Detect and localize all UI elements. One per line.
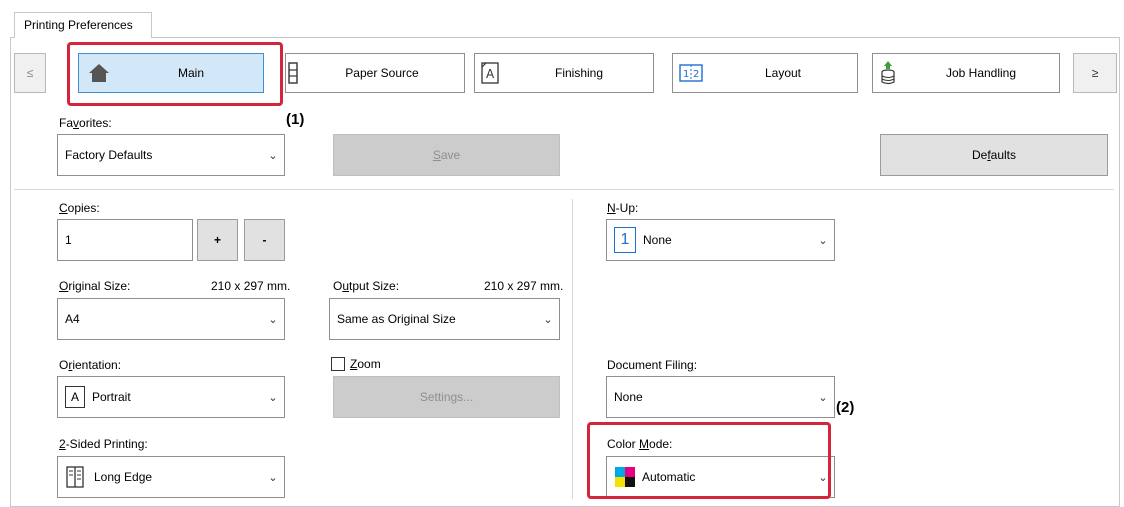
two-sided-value: Long Edge	[94, 470, 153, 484]
column-divider	[572, 199, 573, 499]
two-sided-label: 2-Sided Printing:	[59, 437, 148, 451]
tab-job-handling[interactable]: Job Handling	[872, 53, 1060, 93]
tab-label: Printing Preferences	[24, 18, 133, 32]
tab-paper-source-label: Paper Source	[345, 66, 419, 80]
svg-text:1: 1	[683, 69, 689, 80]
long-edge-icon	[65, 465, 85, 489]
scroll-left-button[interactable]: ≤	[14, 53, 46, 93]
original-size-dims: 210 x 297 mm.	[211, 279, 291, 293]
output-size-value: Same as Original Size	[337, 312, 456, 326]
copies-value: 1	[65, 233, 72, 247]
two-sided-dropdown[interactable]: Long Edge ⌄	[57, 456, 285, 498]
document-filing-dropdown[interactable]: None ⌄	[606, 376, 835, 418]
paper-tray-icon	[286, 54, 300, 92]
chevron-down-icon: ⌄	[268, 391, 278, 404]
chevron-down-icon: ⌄	[818, 234, 828, 247]
zoom-label: Zoom	[350, 357, 381, 371]
save-button-label: Save	[432, 148, 461, 162]
favorites-label: Favorites:	[59, 116, 112, 130]
original-size-label: Original Size:	[59, 279, 131, 293]
svg-text:2: 2	[693, 69, 699, 80]
scroll-right-icon: ≥	[1091, 66, 1099, 80]
tab-finishing-label: Finishing	[554, 66, 604, 80]
settings-button[interactable]: Settings...	[333, 376, 560, 418]
defaults-button-label: Defaults	[971, 148, 1017, 162]
document-filing-label: Document Filing:	[607, 358, 698, 372]
highlight-main-tab	[67, 42, 283, 106]
scroll-left-icon: ≤	[26, 66, 34, 80]
portrait-icon: A	[65, 386, 85, 408]
save-button[interactable]: Save	[333, 134, 560, 176]
annotation-2: (2)	[836, 399, 855, 416]
tab-printing-preferences[interactable]: Printing Preferences	[14, 12, 152, 38]
layout-icon: 1 2	[673, 54, 709, 92]
zoom-checkbox[interactable]	[331, 357, 345, 371]
output-size-label: Output Size:	[333, 279, 400, 293]
tab-paper-source[interactable]: Paper Source	[285, 53, 465, 93]
copies-label: Copies:	[59, 201, 100, 215]
tab-finishing[interactable]: A Finishing	[474, 53, 654, 93]
preferences-panel	[10, 37, 1120, 507]
annotation-1: (1)	[286, 111, 305, 128]
settings-button-label: Settings...	[419, 390, 474, 404]
chevron-down-icon: ⌄	[268, 313, 278, 326]
defaults-button[interactable]: Defaults	[880, 134, 1108, 176]
scroll-right-button[interactable]: ≥	[1073, 53, 1117, 93]
chevron-down-icon: ⌄	[268, 471, 278, 484]
original-size-value: A4	[65, 312, 80, 326]
output-size-dims: 210 x 297 mm.	[484, 279, 564, 293]
favorites-dropdown[interactable]: Factory Defaults ⌄	[57, 134, 285, 176]
tab-layout[interactable]: 1 2 Layout	[672, 53, 858, 93]
nup-one-icon: 1	[614, 227, 636, 253]
document-filing-value: None	[614, 390, 643, 404]
chevron-down-icon: ⌄	[268, 149, 278, 162]
nup-dropdown[interactable]: 1 None ⌄	[606, 219, 835, 261]
original-size-dropdown[interactable]: A4 ⌄	[57, 298, 285, 340]
minus-icon: -	[262, 233, 267, 247]
output-size-dropdown[interactable]: Same as Original Size ⌄	[329, 298, 560, 340]
orientation-value: Portrait	[92, 390, 131, 404]
copies-decrement-button[interactable]: -	[244, 219, 285, 261]
svg-text:A: A	[486, 67, 495, 81]
divider	[14, 189, 1114, 190]
highlight-color-mode	[587, 422, 831, 499]
chevron-down-icon: ⌄	[818, 391, 828, 404]
chevron-down-icon: ⌄	[543, 313, 553, 326]
orientation-dropdown[interactable]: A Portrait ⌄	[57, 376, 285, 418]
job-handling-icon	[873, 54, 903, 92]
copies-input[interactable]: 1	[57, 219, 193, 261]
plus-icon: +	[213, 233, 221, 247]
favorites-value: Factory Defaults	[65, 148, 153, 162]
nup-label: N-Up:	[607, 201, 639, 215]
tab-layout-label: Layout	[764, 66, 802, 80]
finishing-icon: A	[475, 54, 505, 92]
orientation-label: Orientation:	[59, 358, 122, 372]
copies-increment-button[interactable]: +	[197, 219, 238, 261]
tab-job-handling-label: Job Handling	[945, 66, 1017, 80]
nup-value: None	[643, 233, 672, 247]
